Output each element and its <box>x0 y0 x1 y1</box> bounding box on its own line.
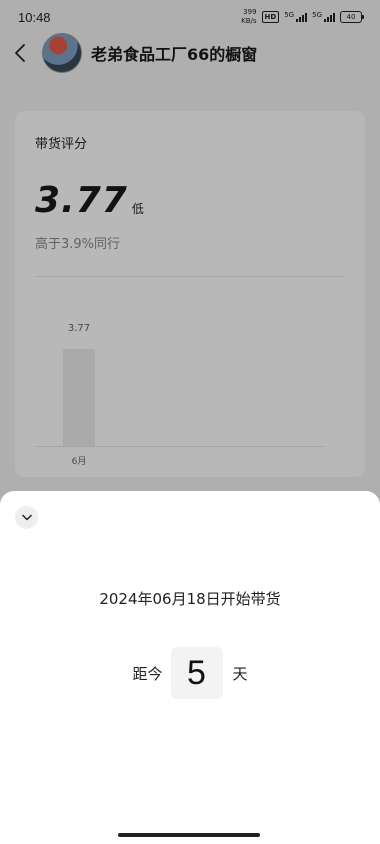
bottom-sheet: 2024年06月18日开始带货 距今 5 天 <box>0 491 380 844</box>
countdown-days: 5 <box>170 647 223 699</box>
home-indicator[interactable] <box>118 833 260 837</box>
start-date-text: 2024年06月18日开始带货 <box>99 590 281 608</box>
collapse-button[interactable] <box>15 506 38 529</box>
countdown-row: 距今 5 天 <box>0 647 380 699</box>
countdown-suffix: 天 <box>232 664 248 683</box>
countdown-prefix: 距今 <box>132 664 163 683</box>
chevron-down-icon <box>21 514 32 521</box>
